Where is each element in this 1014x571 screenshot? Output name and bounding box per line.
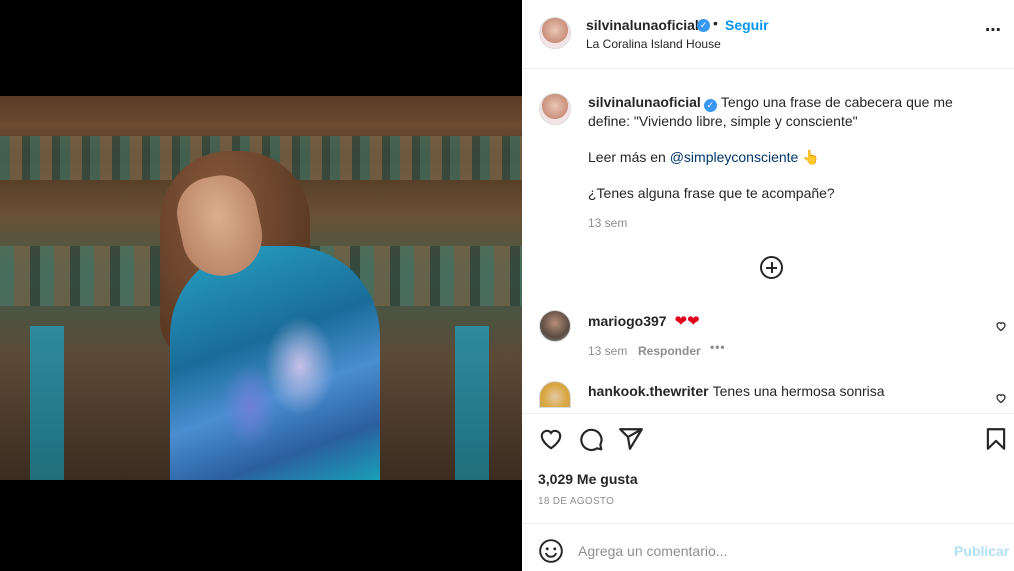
caption-timestamp[interactable]: 13 sem — [588, 216, 627, 230]
send-icon[interactable] — [618, 426, 644, 452]
post-media — [0, 0, 522, 571]
post-actions: 3,029 Me gusta 18 DE AGOSTO — [522, 413, 1014, 523]
commenter-avatar[interactable] — [539, 381, 571, 408]
post-photo[interactable] — [0, 96, 522, 480]
caption-author-avatar[interactable] — [539, 93, 571, 125]
post-date[interactable]: 18 DE AGOSTO — [538, 496, 614, 507]
verified-badge-icon: ✓ — [697, 19, 710, 32]
caption-question: ¿Tenes alguna frase que te acompañe? — [588, 185, 835, 201]
comment-heart-icon[interactable] — [995, 392, 1007, 404]
commenter-username[interactable]: hankook.thewriter — [588, 383, 709, 399]
commenter-username[interactable]: mariogo397 — [588, 313, 667, 329]
comment-more-icon[interactable]: ••• — [710, 340, 726, 354]
comment-timestamp[interactable]: 13 sem — [588, 344, 627, 358]
more-options-icon[interactable]: ⋯ — [985, 20, 1002, 40]
follow-button[interactable]: Seguir — [725, 17, 769, 33]
plus-circle-icon[interactable] — [760, 256, 783, 279]
like-count[interactable]: 3,029 Me gusta — [538, 471, 638, 487]
heart-emoji: ❤❤ — [674, 313, 700, 330]
location-link[interactable]: La Coralina Island House — [586, 37, 721, 51]
read-more-text: Leer más en — [588, 149, 670, 165]
post-sidebar: silvinalunaoficial ✓ • Seguir La Coralin… — [522, 0, 1014, 571]
caption-username[interactable]: silvinalunaoficial — [588, 94, 701, 110]
turquoise-panel — [30, 326, 64, 480]
comment-icon[interactable] — [578, 426, 604, 452]
post-caption: silvinalunaoficial ✓ Tengo una frase de ca… — [588, 93, 998, 220]
add-comment-bar: Publicar — [522, 523, 1014, 571]
mention-link[interactable]: @simpleyconsciente — [670, 149, 799, 165]
commenter-avatar[interactable] — [539, 310, 571, 342]
pointing-up-emoji: 👆 — [802, 149, 820, 165]
heart-icon[interactable] — [538, 426, 564, 452]
comment-input[interactable] — [578, 536, 938, 566]
bookmark-icon[interactable] — [983, 426, 1009, 452]
author-username[interactable]: silvinalunaoficial — [586, 17, 699, 33]
person-dress — [170, 246, 380, 480]
publish-button[interactable]: Publicar — [954, 543, 1009, 559]
comment-heart-icon[interactable] — [995, 320, 1007, 332]
post-header: silvinalunaoficial ✓ • Seguir La Coralin… — [522, 0, 1014, 69]
verified-badge-icon: ✓ — [703, 99, 717, 112]
separator-dot: • — [713, 15, 718, 31]
smiley-icon[interactable] — [538, 538, 564, 564]
turquoise-panel — [455, 326, 489, 480]
reply-button[interactable]: Responder — [638, 344, 701, 358]
comment-text: Tenes una hermosa sonrisa — [712, 383, 885, 399]
author-avatar[interactable] — [539, 17, 571, 49]
